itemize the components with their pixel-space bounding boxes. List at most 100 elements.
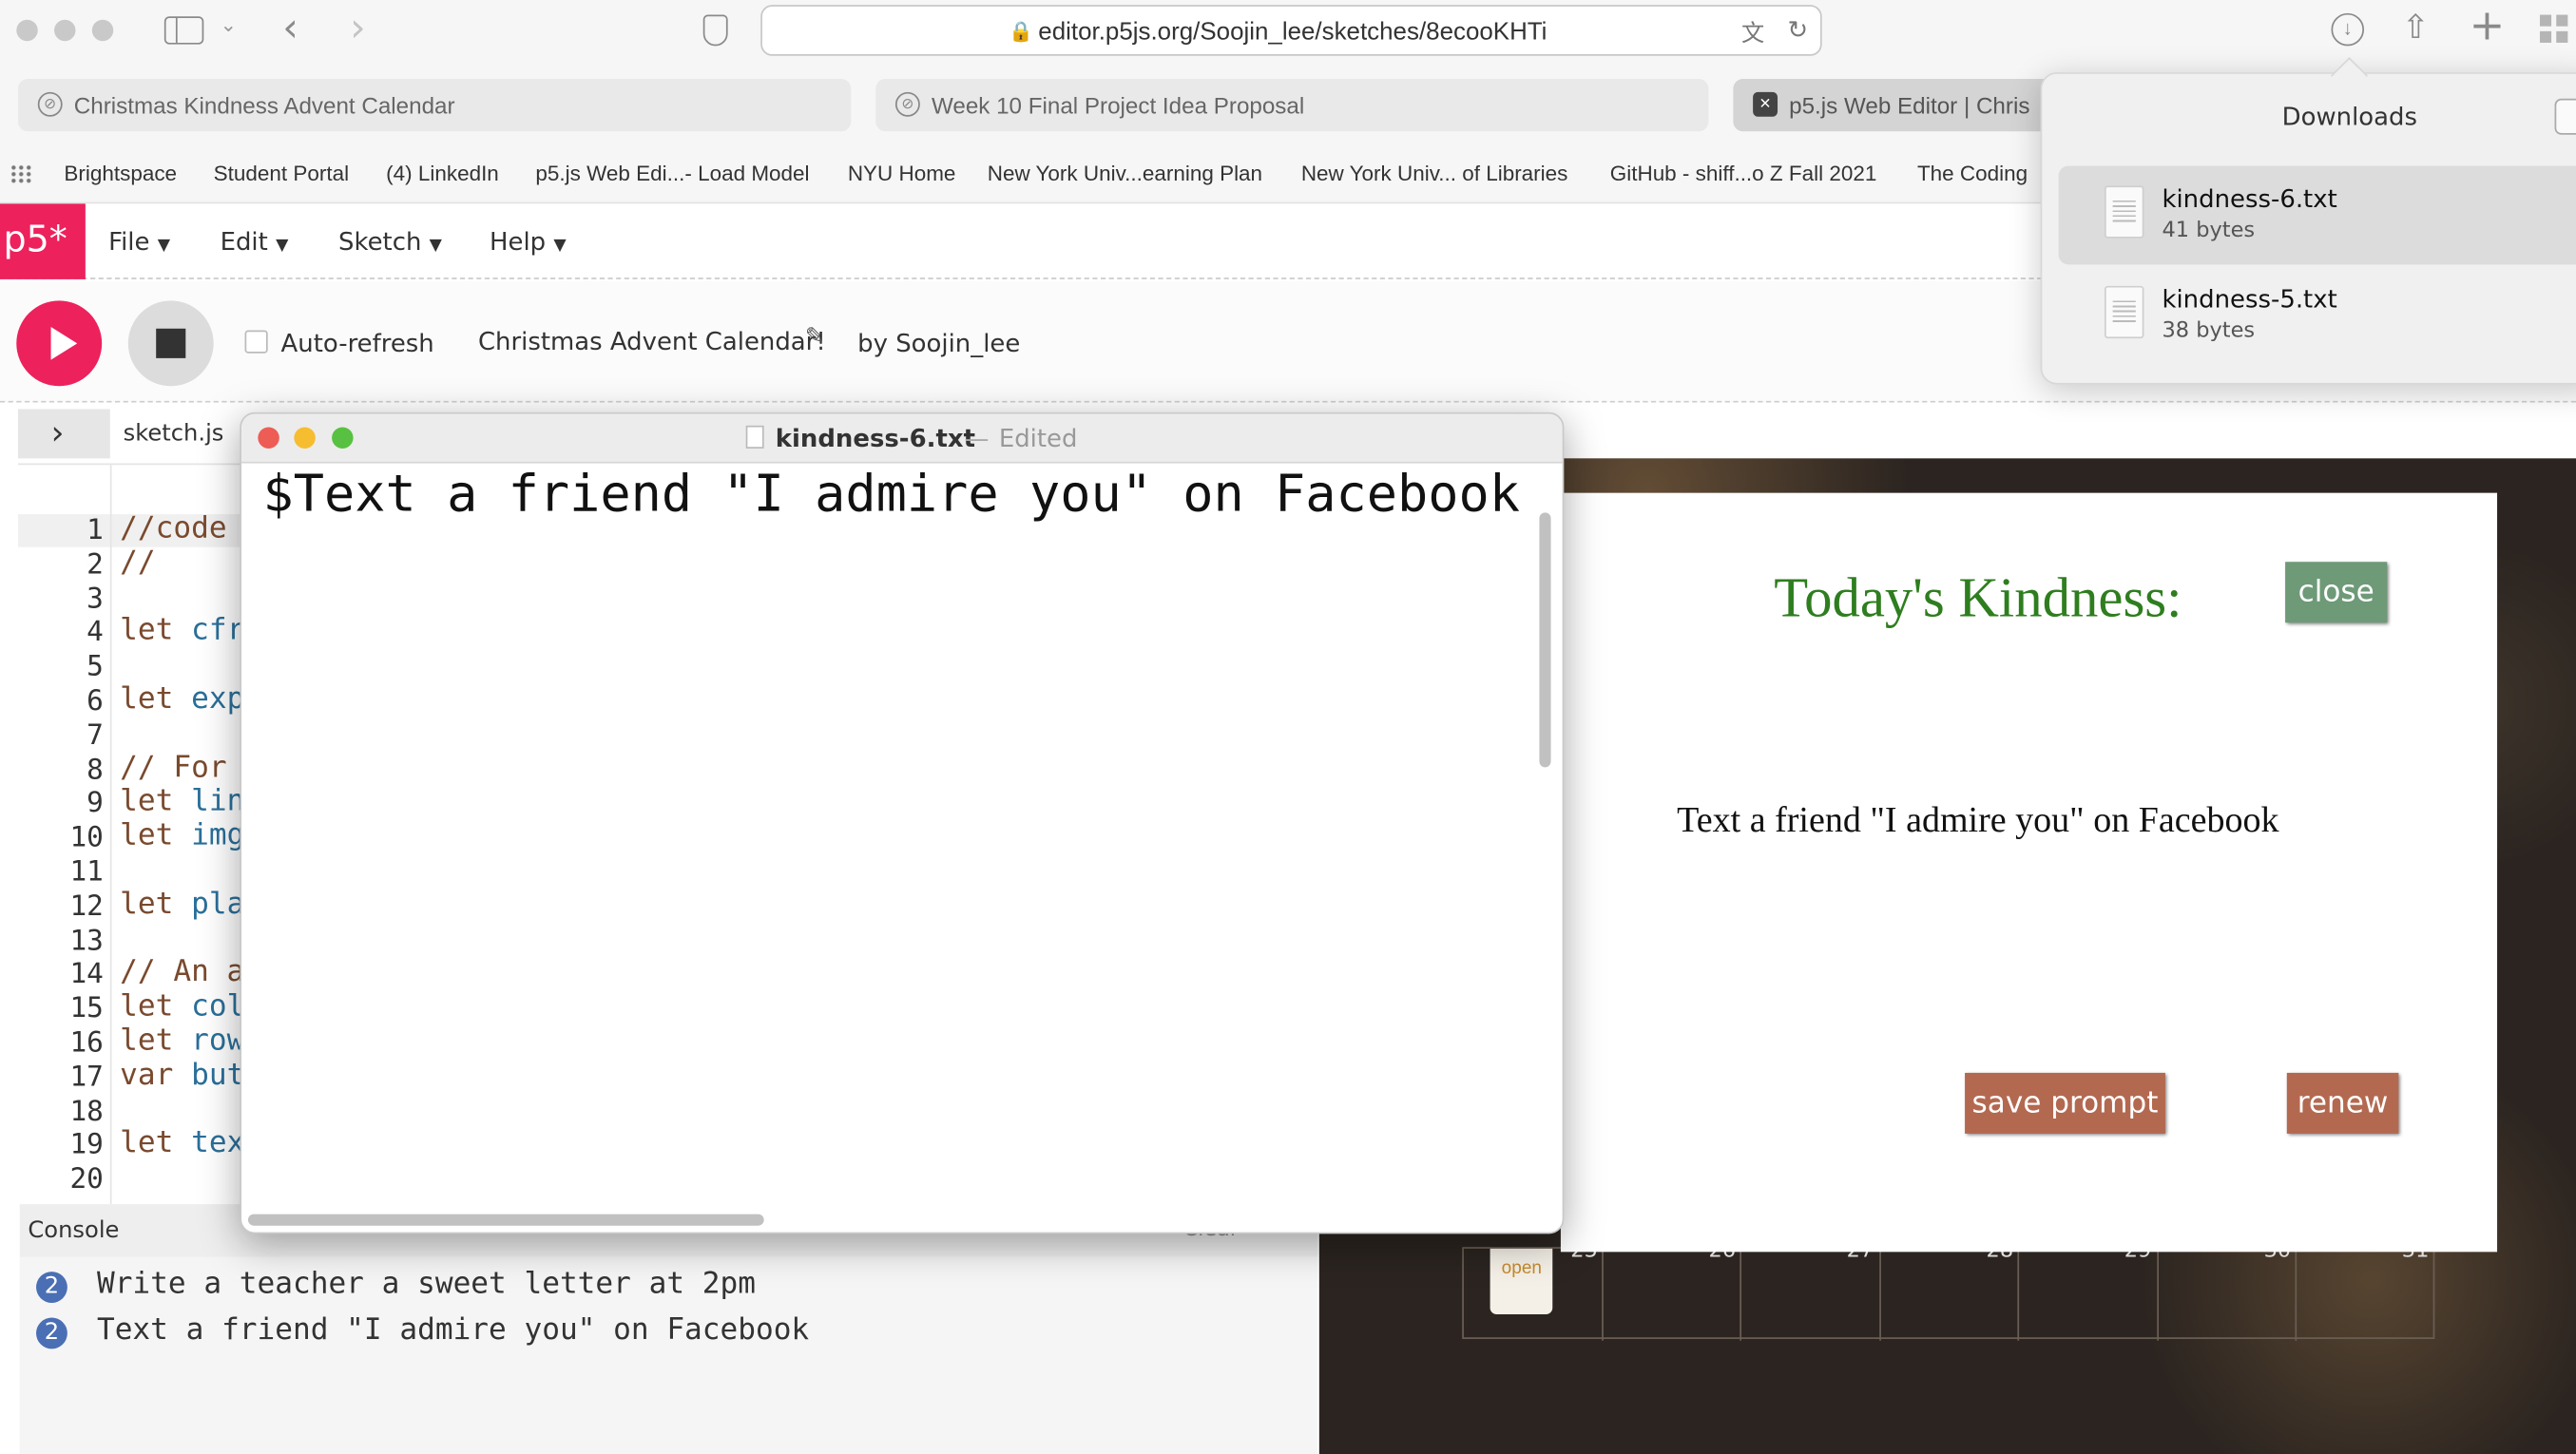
- code-line: let col: [120, 989, 244, 1024]
- tab-overview-icon[interactable]: [2539, 14, 2570, 45]
- code-keyword: // For: [120, 750, 227, 785]
- line-number: 12: [69, 890, 104, 924]
- text-file-icon: [2104, 285, 2144, 339]
- line-number: 19: [69, 1129, 104, 1162]
- code-identifier: img: [191, 818, 245, 853]
- pencil-icon[interactable]: ✎: [805, 324, 824, 351]
- menu-file[interactable]: File ▼: [108, 227, 170, 257]
- download-item[interactable]: kindness-6.txt 41 bytes: [2058, 165, 2576, 265]
- code-line: let pla: [120, 887, 244, 921]
- bookmark-brightspace[interactable]: Brightspace: [64, 161, 177, 185]
- tab-christmas-kindness[interactable]: ⊘ Christmas Kindness Advent Calendar: [18, 78, 852, 132]
- tab-week10-proposal[interactable]: ⊘ Week 10 Final Project Idea Proposal: [875, 78, 1709, 132]
- code-identifier: col: [191, 989, 245, 1024]
- chevron-right-icon: ›: [50, 411, 65, 452]
- sketch-author[interactable]: by Soojin_lee: [857, 329, 1020, 358]
- line-number: 1: [87, 514, 104, 547]
- minimize-icon[interactable]: [294, 427, 316, 449]
- download-filename: kindness-6.txt: [2162, 183, 2337, 214]
- menu-help[interactable]: Help ▼: [490, 227, 567, 257]
- code-keyword: //: [120, 545, 156, 580]
- caret-down-icon: ▼: [429, 236, 442, 255]
- p5-logo[interactable]: p5*: [0, 203, 86, 279]
- code-keyword: let: [120, 989, 174, 1024]
- open-label: open: [1501, 1258, 1543, 1279]
- forward-icon[interactable]: ›: [350, 5, 366, 50]
- zoom-icon[interactable]: [332, 427, 354, 449]
- close-icon[interactable]: [258, 427, 279, 449]
- caret-down-icon: ▼: [276, 236, 289, 255]
- p5-favicon-icon: ✕: [1753, 91, 1778, 117]
- chevron-down-icon[interactable]: ⌄: [221, 13, 237, 36]
- code-keyword: var: [120, 1058, 174, 1093]
- compass-icon: ⊘: [894, 91, 920, 117]
- window-minimize-dot[interactable]: [54, 19, 76, 42]
- bookmark-nyu-libraries[interactable]: New York Univ... of Libraries: [1301, 161, 1568, 185]
- back-icon[interactable]: ‹: [282, 5, 298, 50]
- save-prompt-button[interactable]: save prompt: [1965, 1072, 2165, 1134]
- horizontal-scrollbar[interactable]: [247, 1214, 764, 1226]
- translate-icon[interactable]: 文: [1741, 16, 1764, 49]
- textedit-filename: kindness-6.txt: [775, 424, 975, 454]
- kindness-modal: Today's Kindness: close Text a friend "I…: [1560, 492, 2498, 1253]
- sidebar-toggle-icon[interactable]: [163, 16, 204, 45]
- console-line: 2 Text a friend "I admire you" on Faceboo…: [36, 1312, 809, 1349]
- file-tab-sketch[interactable]: sketch.js: [124, 421, 224, 448]
- sidebar-expand-button[interactable]: ›: [18, 409, 110, 459]
- console-title: Console: [28, 1217, 120, 1244]
- menu-edit[interactable]: Edit ▼: [221, 227, 289, 257]
- play-button[interactable]: [16, 300, 103, 387]
- auto-refresh-label: Auto-refresh: [280, 328, 434, 358]
- download-item[interactable]: kindness-5.txt 38 bytes: [2059, 266, 2576, 365]
- line-number: 15: [69, 992, 104, 1026]
- code-keyword: let: [120, 887, 174, 922]
- code-identifier: row: [191, 1024, 245, 1059]
- apps-grid-icon[interactable]: [10, 163, 33, 184]
- line-number: 7: [87, 718, 104, 753]
- stop-button[interactable]: [127, 300, 214, 387]
- code-line: let cfr: [120, 614, 244, 648]
- close-button[interactable]: close: [2285, 562, 2388, 623]
- auto-refresh-checkbox[interactable]: [244, 330, 268, 354]
- tab-p5js-editor[interactable]: ✕ p5.js Web Editor | Chris: [1733, 78, 2063, 132]
- renew-button[interactable]: renew: [2286, 1072, 2399, 1134]
- vertical-scrollbar[interactable]: [1539, 512, 1551, 768]
- bookmark-nyu-learning-plan[interactable]: New York Univ...earning Plan: [988, 161, 1262, 185]
- reload-icon[interactable]: ↻: [1787, 15, 1808, 45]
- gutter-divider: [109, 465, 112, 1205]
- console-line: 2 Write a teacher a sweet letter at 2pm: [36, 1267, 756, 1303]
- bookmark-coding-train[interactable]: The Coding: [1917, 161, 2028, 185]
- clear-downloads-button[interactable]: [2554, 98, 2576, 135]
- stop-icon: [156, 328, 186, 358]
- share-icon[interactable]: ⇧: [2402, 7, 2430, 46]
- line-number: 20: [69, 1163, 104, 1196]
- shield-icon[interactable]: [702, 14, 728, 47]
- bookmark-p5js-load-model[interactable]: p5.js Web Edi...- Load Model: [535, 161, 809, 185]
- code-identifier: pla: [191, 887, 245, 922]
- kindness-text: Text a friend "I admire you" on Facebook: [1677, 798, 2279, 840]
- bookmark-github-shiffman[interactable]: GitHub - shiff...o Z Fall 2021: [1610, 161, 1877, 185]
- new-tab-icon[interactable]: +: [2470, 2, 2506, 51]
- bookmark-linkedin[interactable]: (4) LinkedIn: [386, 161, 499, 185]
- bookmark-nyu-home[interactable]: NYU Home: [848, 161, 956, 185]
- line-number: 11: [69, 855, 104, 890]
- window-close-dot[interactable]: [16, 19, 38, 42]
- window-zoom-dot[interactable]: [91, 19, 114, 42]
- console-panel: Console Clear 2Write a teacher a sweet l…: [19, 1204, 1318, 1454]
- textedit-titlebar[interactable]: kindness-6.txt — Edited: [241, 413, 1563, 464]
- line-number: 5: [87, 650, 104, 684]
- address-bar[interactable]: 🔒 editor.p5js.org/Soojin_lee/sketches/8e…: [760, 5, 1822, 56]
- title-separator: —: [964, 424, 990, 454]
- line-number: 13: [69, 924, 104, 958]
- bookmark-student-portal[interactable]: Student Portal: [214, 161, 349, 185]
- code-line: var but: [120, 1058, 244, 1092]
- textedit-content[interactable]: $Text a friend "I admire you" on Faceboo…: [263, 465, 1521, 524]
- sketch-name[interactable]: Christmas Advent Calendar!: [478, 327, 826, 356]
- downloads-icon[interactable]: ↓: [2331, 12, 2365, 47]
- menu-sketch[interactable]: Sketch ▼: [338, 227, 442, 257]
- open-door[interactable]: open: [1490, 1248, 1553, 1315]
